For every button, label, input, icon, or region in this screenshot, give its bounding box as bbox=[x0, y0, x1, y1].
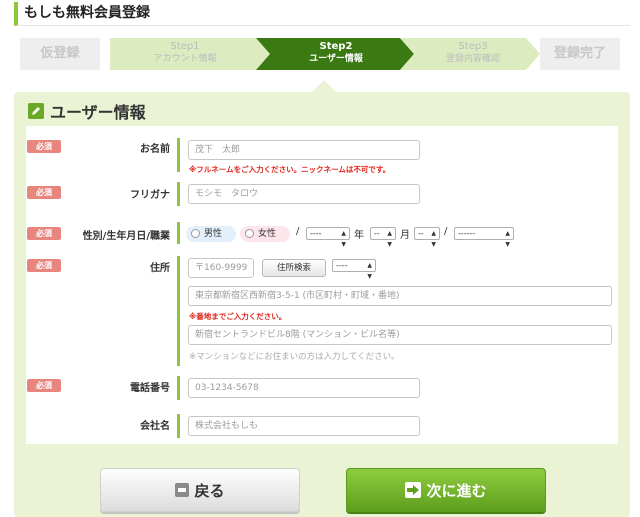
step1-label: アカウント情報 bbox=[153, 54, 217, 64]
birth-year-select[interactable]: ---- ▲ ▼ bbox=[306, 227, 350, 248]
row-accent-bar bbox=[177, 414, 180, 438]
gender-female-label: 女性 bbox=[258, 229, 277, 239]
row-accent-bar bbox=[177, 138, 180, 172]
select-arrows-icon: ▲ ▼ bbox=[431, 230, 436, 248]
address-line2-input[interactable]: 新宿セントランドビル8階 (マンション・ビル名等) bbox=[188, 325, 612, 345]
row-accent-bar bbox=[177, 256, 180, 366]
birth-month-select[interactable]: -- ▲ ▼ bbox=[370, 227, 396, 248]
row-name: 必須 お名前 茂下 太郎 ※フルネームをご入力ください。ニックネームは不可です。 bbox=[26, 138, 618, 174]
row-accent-bar bbox=[177, 376, 180, 400]
step-progress: 仮登録 Step1 アカウント情報 Step2 ユーザー情報 Step3 登録内… bbox=[20, 38, 620, 70]
select-arrows-icon: ▲ ▼ bbox=[387, 230, 392, 248]
radio-circle-icon bbox=[245, 229, 254, 238]
next-arrow-icon bbox=[405, 482, 422, 498]
phone-input[interactable]: 03-1234-5678 bbox=[188, 378, 420, 398]
required-badge: 必須 bbox=[27, 140, 61, 153]
required-badge: 必須 bbox=[27, 259, 61, 272]
row-accent-bar bbox=[177, 182, 180, 206]
furigana-label: フリガナ bbox=[130, 190, 170, 201]
page-title: もしも無料会員登録 bbox=[24, 5, 150, 21]
job-value: ------ bbox=[458, 229, 476, 238]
step2-text: Step2 ユーザー情報 bbox=[266, 40, 406, 66]
step1-number: Step1 bbox=[170, 41, 200, 52]
pencil-icon bbox=[28, 103, 44, 119]
step2-number: Step2 bbox=[319, 41, 353, 52]
gender-male-label: 男性 bbox=[204, 229, 223, 239]
address-line2-note: ※マンションなどにお住まいの方は入力してください。 bbox=[189, 352, 400, 362]
next-button[interactable]: 次に進む bbox=[346, 468, 546, 512]
back-arrow-icon bbox=[175, 483, 190, 497]
zip-input[interactable]: 〒160-9999 bbox=[188, 258, 254, 278]
phone-label: 電話番号 bbox=[130, 383, 170, 394]
birth-day-select[interactable]: -- ▲ ▼ bbox=[414, 227, 440, 248]
birth-year-value: ---- bbox=[310, 229, 322, 238]
birth-day-value: -- bbox=[418, 229, 424, 238]
next-button-label: 次に進む bbox=[426, 481, 487, 500]
year-unit: 年 bbox=[354, 230, 364, 241]
address-label: 住所 bbox=[150, 263, 170, 274]
section-header: ユーザー情報 bbox=[28, 99, 146, 123]
form-panel: ユーザー情報 必須 お名前 茂下 太郎 ※フルネームをご入力ください。ニックネー… bbox=[14, 92, 630, 517]
step2-label: ユーザー情報 bbox=[309, 54, 363, 64]
step1-text: Step1 アカウント情報 bbox=[110, 40, 260, 66]
back-button-label: 戻る bbox=[194, 481, 225, 500]
required-badge: 必須 bbox=[27, 227, 61, 240]
month-unit: 月 bbox=[400, 230, 410, 241]
name-label: お名前 bbox=[140, 144, 170, 155]
furigana-input[interactable]: モシモ タロウ bbox=[188, 184, 420, 204]
company-input[interactable]: 株式会社もしも bbox=[188, 416, 420, 436]
page-title-bar: もしも無料会員登録 bbox=[14, 2, 630, 26]
profile-label: 性別/生年月日/職業 bbox=[82, 231, 170, 242]
row-profile: 必須 性別/生年月日/職業 男性 女性 / ---- ▲ ▼ 年 -- ▲ ▼ … bbox=[26, 222, 618, 248]
row-accent-bar bbox=[177, 222, 180, 244]
required-badge: 必須 bbox=[27, 186, 61, 199]
select-arrows-icon: ▲ ▼ bbox=[341, 230, 346, 248]
select-arrows-icon: ▲ ▼ bbox=[505, 230, 510, 248]
prefecture-select[interactable]: ---- ▲ ▼ bbox=[332, 259, 376, 280]
gender-female-radio[interactable]: 女性 bbox=[240, 226, 290, 242]
row-address: 必須 住所 〒160-9999 住所検索 ---- ▲ ▼ 東京都新宿区西新宿3-… bbox=[26, 256, 618, 368]
back-button[interactable]: 戻る bbox=[100, 468, 300, 512]
form-card: 必須 お名前 茂下 太郎 ※フルネームをご入力ください。ニックネームは不可です。… bbox=[26, 126, 618, 444]
row-company: 会社名 株式会社もしも bbox=[26, 414, 618, 440]
separator: / bbox=[444, 226, 448, 237]
job-select[interactable]: ------ ▲ ▼ bbox=[454, 227, 514, 248]
registration-page: もしも無料会員登録 仮登録 Step1 アカウント情報 Step2 ユーザー情報… bbox=[0, 0, 640, 517]
step3-text: Step3 登録内容確認 bbox=[410, 40, 536, 66]
gender-male-radio[interactable]: 男性 bbox=[186, 226, 236, 242]
required-badge: 必須 bbox=[27, 379, 61, 392]
name-input[interactable]: 茂下 太郎 bbox=[188, 140, 420, 160]
address-search-button[interactable]: 住所検索 bbox=[262, 259, 326, 277]
prefecture-value: ---- bbox=[336, 261, 348, 270]
separator: / bbox=[296, 226, 300, 237]
name-error: ※フルネームをご入力ください。ニックネームは不可です。 bbox=[189, 165, 391, 174]
step-complete: 登録完了 bbox=[540, 38, 620, 70]
company-label: 会社名 bbox=[140, 421, 170, 432]
row-phone: 必須 電話番号 03-1234-5678 bbox=[26, 376, 618, 402]
section-title: ユーザー情報 bbox=[50, 103, 146, 122]
step3-number: Step3 bbox=[458, 41, 488, 52]
step-pointer bbox=[312, 80, 336, 92]
address-line1-error: ※番地までご入力ください。 bbox=[189, 312, 287, 321]
select-arrows-icon: ▲ ▼ bbox=[367, 262, 372, 280]
address-line1-input[interactable]: 東京都新宿区西新宿3-5-1 (市区町村・町域・番地) bbox=[188, 286, 612, 306]
birth-month-value: -- bbox=[374, 229, 380, 238]
radio-circle-icon bbox=[191, 229, 200, 238]
step3-label: 登録内容確認 bbox=[445, 54, 500, 64]
row-furigana: 必須 フリガナ モシモ タロウ bbox=[26, 182, 618, 208]
